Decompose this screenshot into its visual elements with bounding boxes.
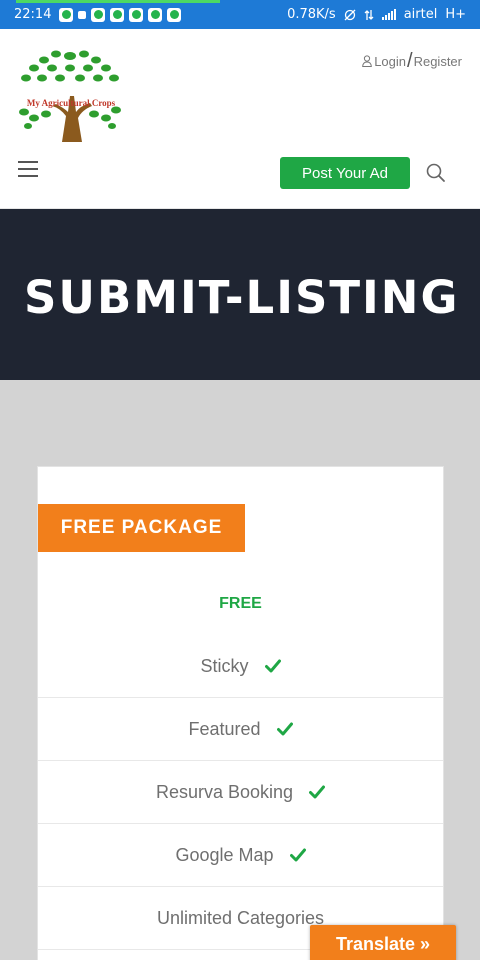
feature-item: Sticky: [38, 635, 443, 698]
status-bar: 22:14 0.78K/s airtel H+: [0, 0, 480, 29]
feature-item: Google Map: [38, 824, 443, 887]
feature-label: Featured: [188, 718, 261, 739]
notification-icon: [78, 10, 87, 19]
auth-separator: /: [407, 50, 413, 72]
status-left: 22:14: [14, 7, 182, 22]
logo-text: My Agricultural Crops: [26, 98, 116, 108]
auth-links: Login / Register: [362, 51, 462, 71]
translate-button[interactable]: Translate »: [310, 925, 456, 960]
search-icon[interactable]: [425, 162, 447, 184]
data-transfer-icon: [364, 9, 374, 20]
no-alarm-icon: [344, 9, 356, 20]
tree-logo-icon: [19, 50, 121, 142]
check-icon: [289, 848, 306, 862]
user-icon: [362, 55, 373, 67]
whatsapp-notification-icon: [167, 7, 182, 22]
check-icon: [276, 722, 293, 736]
net-speed: 0.78K/s: [287, 7, 336, 22]
whatsapp-notification-icon: [110, 7, 125, 22]
feature-list: Sticky Featured Resurva Booking Google M…: [38, 635, 443, 950]
check-icon: [264, 659, 281, 673]
whatsapp-notification-icon: [129, 7, 144, 22]
feature-label: Unlimited Categories: [156, 907, 325, 928]
package-label: FREE PACKAGE: [38, 504, 245, 552]
menu-icon[interactable]: [18, 161, 38, 177]
whatsapp-notification-icon: [148, 7, 163, 22]
site-logo[interactable]: My Agricultural Crops: [16, 46, 124, 142]
check-icon: [309, 785, 326, 799]
whatsapp-notification-icon: [91, 7, 106, 22]
signal-strength-icon: [381, 9, 396, 20]
page-load-progress: [16, 0, 220, 3]
page-title: SUBMIT-LISTING: [24, 271, 460, 324]
feature-label: Resurva Booking: [155, 781, 294, 802]
feature-item: Featured: [38, 698, 443, 761]
feature-item: Resurva Booking: [38, 761, 443, 824]
status-time: 22:14: [14, 7, 52, 22]
status-right: 0.78K/s airtel H+: [287, 7, 466, 22]
post-ad-button[interactable]: Post Your Ad: [280, 157, 410, 189]
site-header: My Agricultural Crops Login / Register P…: [0, 29, 480, 209]
network-type: H+: [445, 7, 466, 22]
register-link[interactable]: Register: [414, 54, 462, 69]
page-hero: SUBMIT-LISTING: [0, 209, 480, 380]
feature-label: Google Map: [175, 844, 274, 865]
whatsapp-notification-icon: [59, 7, 74, 22]
carrier-name: airtel: [403, 7, 438, 22]
package-price: FREE: [219, 595, 262, 612]
login-link[interactable]: Login: [374, 54, 406, 69]
package-card: FREE PACKAGE FREE Sticky Featured Resurv…: [37, 466, 444, 960]
feature-label: Sticky: [200, 655, 249, 676]
